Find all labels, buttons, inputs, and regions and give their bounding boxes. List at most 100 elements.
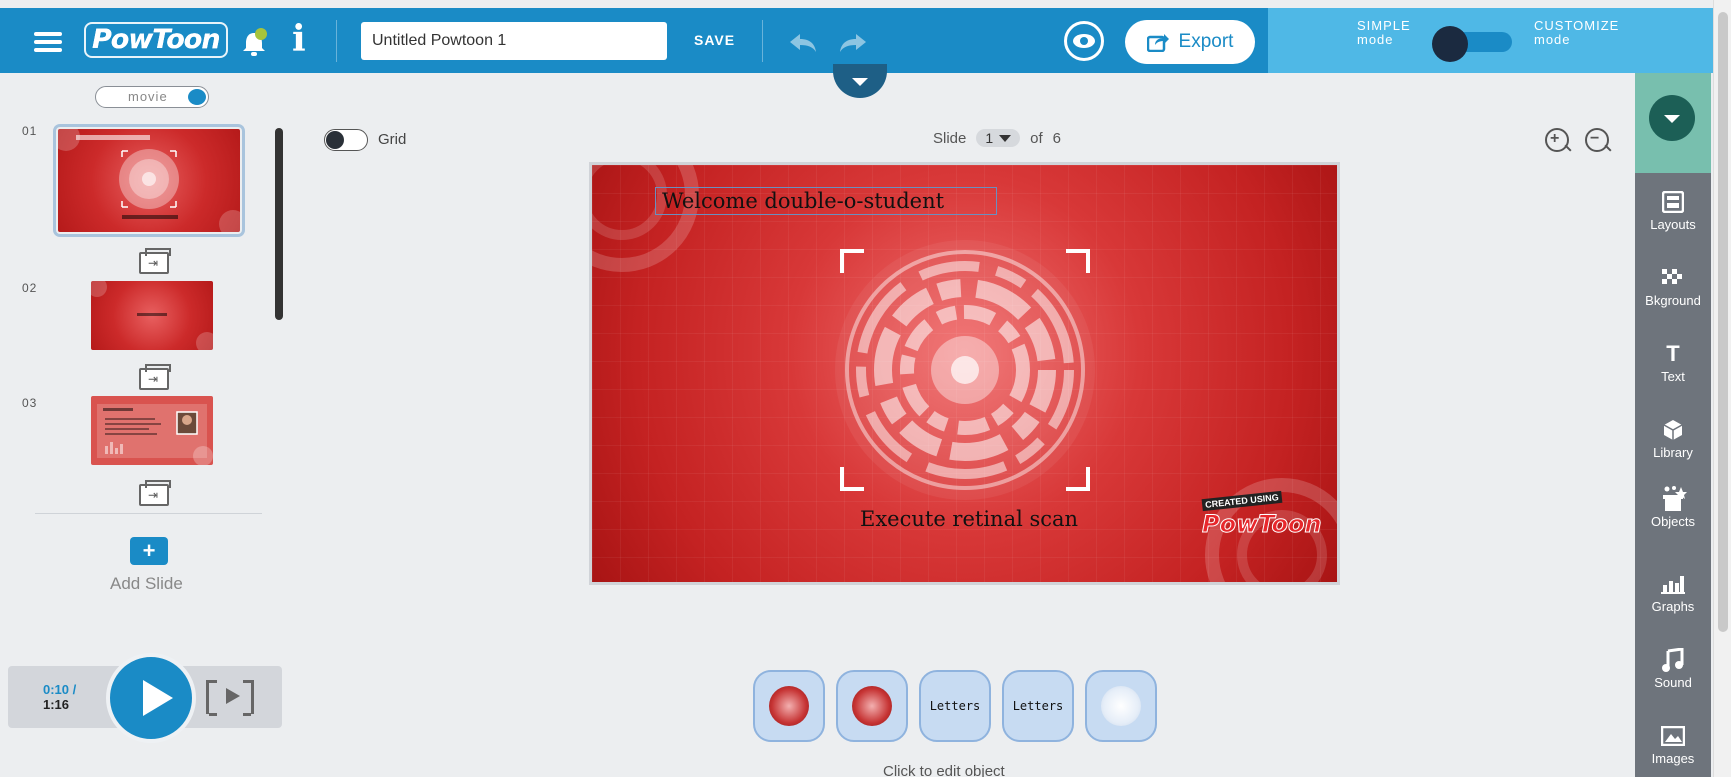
export-label: Export bbox=[1178, 31, 1234, 52]
simple-mode-title: SIMPLE bbox=[1357, 18, 1411, 33]
mode-toggle-switch[interactable] bbox=[1432, 26, 1514, 62]
edit-object-hint: Click to edit object bbox=[883, 763, 1005, 777]
play-slide-icon[interactable] bbox=[206, 680, 254, 716]
playback-time: 0:10 / 1:16 bbox=[43, 682, 76, 712]
toolbox-images[interactable]: Images bbox=[1635, 723, 1711, 766]
toolbox-objects[interactable]: Objects bbox=[1635, 486, 1711, 529]
movie-toggle-label: movie bbox=[128, 89, 168, 104]
play-button[interactable] bbox=[106, 653, 196, 743]
zoom-out-icon[interactable]: − bbox=[1585, 128, 1609, 152]
slide-thumbnail-02[interactable] bbox=[91, 281, 213, 350]
slide-transition-icon[interactable]: ⇥ bbox=[139, 364, 171, 390]
slides-scrollbar[interactable] bbox=[275, 128, 283, 320]
images-icon bbox=[1635, 723, 1711, 749]
slide-canvas[interactable]: Welcome double-o-student Execute retinal… bbox=[589, 162, 1340, 585]
toolbox-label: Objects bbox=[1650, 514, 1696, 529]
object-thumbnail[interactable] bbox=[753, 670, 825, 742]
slide-thumbnail-03[interactable] bbox=[91, 396, 213, 465]
toolbox-label: Library bbox=[1653, 445, 1693, 460]
slide-number: 02 bbox=[22, 281, 38, 295]
customize-mode-label[interactable]: CUSTOMIZE mode bbox=[1534, 19, 1619, 47]
toolbox-text[interactable]: T Text bbox=[1635, 341, 1711, 384]
slide-title-text[interactable]: Welcome double-o-student bbox=[655, 187, 997, 215]
slide-transition-icon[interactable]: ⇥ bbox=[139, 248, 171, 274]
object-thumbnail[interactable] bbox=[1085, 670, 1157, 742]
total-slides: 6 bbox=[1052, 129, 1062, 147]
customize-mode-sub: mode bbox=[1534, 32, 1571, 47]
movie-mode-toggle[interactable]: movie bbox=[95, 86, 209, 108]
collapse-toolbar-button[interactable] bbox=[833, 64, 887, 98]
slide-thumbnail-art bbox=[97, 404, 213, 465]
export-button[interactable]: Export bbox=[1125, 20, 1255, 64]
info-icon[interactable]: i bbox=[292, 18, 306, 60]
simple-mode-label[interactable]: SIMPLE mode bbox=[1357, 19, 1411, 47]
slide-label: Slide bbox=[933, 129, 967, 147]
toolbox-graphs[interactable]: Graphs bbox=[1635, 571, 1711, 614]
toolbox-label: Text bbox=[1661, 369, 1685, 384]
powtoon-title-input[interactable] bbox=[361, 22, 667, 60]
scanner-light-image bbox=[1101, 686, 1141, 726]
of-label: of bbox=[1030, 129, 1043, 147]
slide-number: 01 bbox=[22, 124, 38, 138]
slide-thumbnail-01[interactable] bbox=[53, 124, 245, 237]
page-scrollbar-thumb[interactable] bbox=[1718, 12, 1728, 632]
current-slide-value: 1 bbox=[985, 130, 994, 146]
layouts-icon bbox=[1635, 189, 1711, 215]
simple-mode-sub: mode bbox=[1357, 32, 1394, 47]
slide-thumbnail-art bbox=[91, 281, 213, 350]
current-time: 0:10 / bbox=[43, 682, 77, 697]
slide-number: 03 bbox=[22, 396, 38, 410]
grid-toggle-knob bbox=[326, 131, 344, 149]
chevron-down-icon[interactable] bbox=[1649, 95, 1695, 141]
slide-thumbnail-art bbox=[58, 129, 240, 232]
add-slide-button[interactable]: + bbox=[130, 537, 168, 565]
powtoon-logo[interactable]: PowToon bbox=[84, 22, 228, 58]
toolbox-library[interactable]: Library bbox=[1635, 417, 1711, 460]
object-thumbnail[interactable]: Letters bbox=[1002, 670, 1074, 742]
movie-toggle-knob bbox=[188, 89, 206, 105]
caret-down-icon bbox=[999, 134, 1012, 142]
toolbox-label: Sound bbox=[1654, 675, 1692, 690]
mode-toggle-knob bbox=[1432, 26, 1468, 62]
background-icon bbox=[1635, 265, 1711, 291]
toolbox-layouts[interactable]: Layouts bbox=[1635, 189, 1711, 232]
save-button[interactable]: SAVE bbox=[694, 32, 735, 48]
grid-toggle[interactable] bbox=[324, 129, 368, 151]
scanner-red-image bbox=[852, 686, 892, 726]
object-thumbnail[interactable]: Letters bbox=[919, 670, 991, 742]
redo-icon[interactable] bbox=[838, 32, 868, 54]
letters-text-object: Letters bbox=[1012, 699, 1064, 713]
add-slide-label[interactable]: Add Slide bbox=[110, 574, 183, 594]
slide-transition-icon[interactable]: ⇥ bbox=[139, 480, 171, 506]
toolbox-label: Bkground bbox=[1645, 293, 1701, 308]
notifications-bell-icon[interactable] bbox=[241, 28, 267, 58]
letters-text-object: Letters bbox=[929, 699, 981, 713]
slide-subtitle-text[interactable]: Execute retinal scan bbox=[860, 507, 1078, 531]
grid-label: Grid bbox=[378, 131, 407, 148]
slide-select-dropdown[interactable]: 1 bbox=[976, 129, 1021, 147]
text-icon: T bbox=[1666, 341, 1680, 366]
toolbox-header bbox=[1635, 73, 1711, 173]
total-time: 1:16 bbox=[43, 697, 70, 712]
menu-icon[interactable] bbox=[34, 32, 62, 52]
toolbox-label: Layouts bbox=[1650, 217, 1696, 232]
chevron-down-icon bbox=[852, 78, 868, 86]
zoom-in-icon[interactable]: + bbox=[1545, 128, 1569, 152]
page-scrollbar[interactable] bbox=[1713, 0, 1731, 777]
toolbox-sound[interactable]: Sound bbox=[1635, 647, 1711, 690]
preview-eye-icon[interactable] bbox=[1064, 21, 1104, 61]
object-thumbnail[interactable] bbox=[836, 670, 908, 742]
created-using-badge: CREATED USING PowToon bbox=[1202, 490, 1322, 539]
undo-icon[interactable] bbox=[788, 32, 818, 54]
graphs-icon bbox=[1635, 571, 1711, 597]
sound-icon bbox=[1635, 647, 1711, 673]
toolbar-divider bbox=[336, 20, 337, 62]
toolbox-background[interactable]: Bkground bbox=[1635, 265, 1711, 308]
panel-divider bbox=[35, 513, 262, 514]
slide-navigator: Slide 1 of 6 bbox=[933, 129, 1061, 147]
export-icon bbox=[1146, 34, 1169, 52]
toolbox-label: Graphs bbox=[1651, 599, 1695, 614]
right-toolbox: Layouts Bkground T Text Library Objects bbox=[1635, 73, 1711, 777]
library-icon bbox=[1635, 417, 1711, 443]
objects-icon bbox=[1635, 486, 1711, 512]
